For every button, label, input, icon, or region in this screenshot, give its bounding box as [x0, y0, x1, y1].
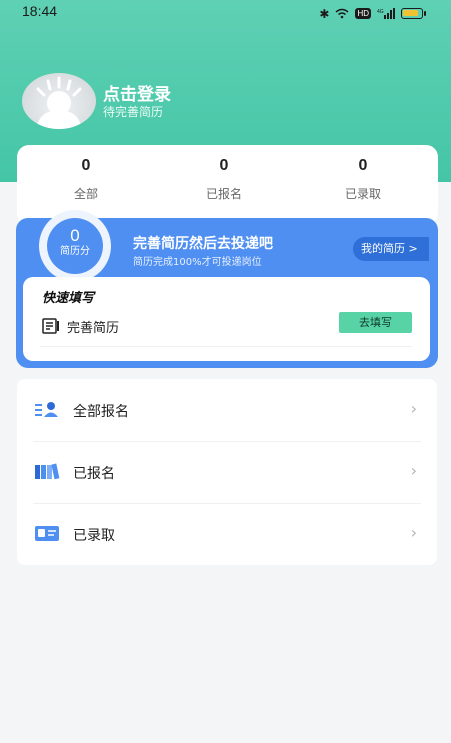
- stat-registered-label: 已报名: [205, 187, 242, 201]
- chevron-right-icon: ›: [410, 461, 417, 480]
- resume-score-value: 0: [70, 226, 80, 245]
- menu-item-registered[interactable]: 已报名 ›: [17, 441, 437, 503]
- people-list-icon: [34, 400, 60, 422]
- login-title[interactable]: 点击登录: [103, 80, 171, 105]
- profile-subtitle: 待完善简历: [103, 105, 164, 119]
- status-bar: 18:44 ✱ HD 4G: [0, 0, 451, 24]
- books-icon: [34, 462, 60, 484]
- stat-admitted-value: 0: [358, 157, 368, 174]
- quick-fill-divider: [40, 346, 412, 347]
- bluetooth-icon: ✱: [319, 6, 330, 21]
- id-card-icon: [34, 524, 60, 546]
- menu-item-label: 全部报名: [73, 404, 129, 420]
- chevron-right-icon: ›: [410, 399, 417, 418]
- stat-all-label: 全部: [73, 187, 98, 201]
- quick-fill-title: 快速填写: [42, 291, 95, 306]
- stat-registered-value: 0: [219, 157, 229, 174]
- resume-subtitle: 简历完成100%才可投递岗位: [133, 257, 262, 268]
- resume-title: 完善简历然后去投递吧: [133, 236, 273, 252]
- resume-score-circle: 0 简历分: [47, 218, 103, 274]
- menu-item-label: 已录取: [73, 528, 115, 544]
- status-time: 18:44: [22, 3, 58, 19]
- menu-item-label: 已报名: [73, 466, 115, 482]
- document-icon: [42, 318, 60, 338]
- menu-item-all-registrations[interactable]: 全部报名 ›: [17, 379, 437, 441]
- stat-all[interactable]: 0 全部: [26, 157, 146, 202]
- chevron-right-icon: ›: [410, 523, 417, 542]
- signal-icon: 4G: [377, 4, 395, 23]
- complete-resume-label: 完善简历: [67, 321, 120, 336]
- menu-item-admitted[interactable]: 已录取 ›: [17, 503, 437, 565]
- stat-all-value: 0: [81, 157, 91, 174]
- fill-in-button[interactable]: 去填写: [339, 312, 412, 333]
- svg-text:4G: 4G: [377, 9, 384, 15]
- stat-admitted-label: 已录取: [344, 187, 381, 201]
- battery-icon: [401, 8, 426, 19]
- stat-registered[interactable]: 0 已报名: [164, 157, 284, 202]
- status-icons: ✱ HD 4G: [319, 4, 426, 23]
- wifi-icon: [335, 4, 349, 23]
- avatar[interactable]: [22, 73, 96, 129]
- stat-admitted[interactable]: 0 已录取: [303, 157, 423, 202]
- hd-badge: HD: [355, 8, 371, 19]
- resume-score-label: 简历分: [60, 246, 90, 257]
- my-resume-button[interactable]: 我的简历 >: [353, 237, 429, 261]
